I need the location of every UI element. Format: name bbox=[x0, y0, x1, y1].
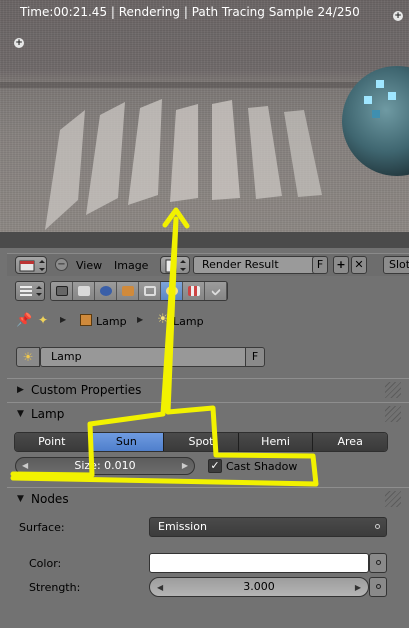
panel-lamp[interactable]: ▼ Lamp bbox=[7, 402, 409, 424]
unlink-icon[interactable]: ✕ bbox=[351, 256, 367, 274]
menu-image[interactable]: Image bbox=[114, 259, 148, 272]
sphere-reflection bbox=[364, 96, 372, 104]
lamp-type-hemi[interactable]: Hemi bbox=[238, 433, 314, 451]
increment-arrow-icon[interactable]: ▶ bbox=[182, 458, 188, 474]
panel-grip-icon[interactable] bbox=[385, 382, 401, 398]
lamp-type-point[interactable]: Point bbox=[15, 433, 90, 451]
surface-shader-value: Emission bbox=[158, 520, 207, 533]
collapse-menu-icon[interactable]: − bbox=[55, 258, 68, 271]
image-name-field[interactable]: Render Result bbox=[193, 256, 317, 274]
browse-image-button[interactable] bbox=[160, 256, 190, 274]
render-status-text: Time:00:21.45 | Rendering | Path Tracing… bbox=[20, 5, 360, 19]
breadcrumb-arrow-icon: ▶ bbox=[60, 315, 67, 324]
tab-world[interactable] bbox=[95, 282, 117, 300]
properties-editor: 📌 ✦ ▶ Lamp ▶ ☀ Lamp ☀ Lamp F ▶ Custom Pr… bbox=[7, 277, 409, 628]
panel-custom-properties[interactable]: ▶ Custom Properties bbox=[7, 378, 409, 400]
lamp-icon: ☀ bbox=[157, 312, 169, 327]
tab-texture[interactable] bbox=[183, 282, 205, 300]
image-browse-icon bbox=[165, 259, 186, 273]
collapse-arrow-icon: ▼ bbox=[17, 409, 24, 419]
area-splitter[interactable] bbox=[0, 232, 409, 248]
properties-context-tabs bbox=[50, 281, 228, 301]
object-cube-icon bbox=[80, 314, 92, 326]
properties-editor-type-button[interactable] bbox=[15, 281, 45, 301]
expand-arrow-icon: ▶ bbox=[17, 385, 24, 395]
breadcrumb-object: Lamp bbox=[96, 315, 127, 328]
sphere-reflection bbox=[372, 110, 380, 118]
decrement-arrow-icon[interactable]: ◀ bbox=[22, 458, 28, 474]
socket-dot-icon bbox=[375, 524, 380, 529]
tab-lamp-data[interactable] bbox=[161, 282, 183, 300]
texture-checker-icon bbox=[187, 286, 200, 296]
checkmark-icon bbox=[210, 286, 221, 296]
panel-title: Nodes bbox=[31, 492, 69, 506]
slot-selector[interactable]: Slot 1 bbox=[383, 256, 409, 274]
tab-object[interactable] bbox=[117, 282, 139, 300]
image-editor-header: − View Image Render Result F + ✕ Slot 1 bbox=[7, 253, 409, 276]
region-expand-icon[interactable]: + bbox=[393, 11, 403, 21]
lamp-type-spot[interactable]: Spot bbox=[164, 433, 239, 451]
context-tabs-bar bbox=[7, 277, 409, 305]
lamp-type-area[interactable]: Area bbox=[313, 433, 387, 451]
size-value: Size: 0.010 bbox=[74, 459, 136, 472]
world-icon bbox=[99, 286, 112, 296]
properties-icon bbox=[20, 286, 42, 296]
cast-shadow-checkbox[interactable]: ✓ bbox=[208, 459, 222, 473]
surface-label: Surface: bbox=[19, 521, 65, 534]
region-expand-icon[interactable]: + bbox=[14, 38, 24, 48]
color-label: Color: bbox=[29, 557, 62, 570]
size-number-field[interactable]: ◀ Size: 0.010 ▶ bbox=[15, 457, 195, 475]
surface-shader-dropdown[interactable]: Emission bbox=[149, 517, 387, 537]
new-image-icon[interactable]: + bbox=[333, 256, 349, 274]
lamp-browse-icon[interactable]: ☀ bbox=[16, 347, 40, 367]
chain-link-icon bbox=[143, 286, 156, 296]
lamp-type-sun[interactable]: Sun bbox=[89, 433, 165, 451]
pin-icon[interactable]: 📌 bbox=[16, 313, 32, 328]
strength-label: Strength: bbox=[29, 581, 81, 594]
camera-icon bbox=[55, 286, 68, 296]
sphere-reflection bbox=[376, 80, 384, 88]
fake-user-button[interactable]: F bbox=[312, 256, 328, 274]
strength-value: 3.000 bbox=[243, 580, 275, 593]
sphere-reflection bbox=[388, 92, 396, 100]
strength-number-field[interactable]: ◀ 3.000 ▶ bbox=[149, 577, 369, 597]
collapse-arrow-icon: ▼ bbox=[17, 494, 24, 504]
tab-constraints[interactable] bbox=[139, 282, 161, 300]
increment-arrow-icon[interactable]: ▶ bbox=[355, 579, 361, 597]
scene-icon bbox=[77, 286, 90, 296]
breadcrumb-arrow-icon: ▶ bbox=[137, 315, 144, 324]
fake-user-button[interactable]: F bbox=[245, 347, 265, 367]
panel-title: Lamp bbox=[31, 407, 65, 421]
panel-grip-icon[interactable] bbox=[385, 406, 401, 422]
breadcrumb-data: Lamp bbox=[173, 315, 204, 328]
tab-render[interactable] bbox=[51, 282, 73, 300]
socket-dot-icon bbox=[376, 560, 381, 565]
tab-particles[interactable] bbox=[205, 282, 227, 300]
render-viewport[interactable]: Time:00:21.45 | Rendering | Path Tracing… bbox=[0, 0, 409, 248]
color-link-button[interactable] bbox=[369, 553, 387, 573]
panel-title: Custom Properties bbox=[31, 383, 142, 397]
decrement-arrow-icon[interactable]: ◀ bbox=[157, 579, 163, 597]
panel-nodes[interactable]: ▼ Nodes bbox=[7, 487, 409, 509]
lamp-type-selector: Point Sun Spot Hemi Area bbox=[14, 432, 388, 452]
cast-shadow-label[interactable]: Cast Shadow bbox=[226, 460, 297, 473]
panel-grip-icon[interactable] bbox=[385, 491, 401, 507]
socket-dot-icon bbox=[376, 584, 381, 589]
breadcrumb: 📌 ✦ ▶ Lamp ▶ ☀ Lamp bbox=[7, 310, 409, 332]
editor-type-button[interactable] bbox=[15, 256, 47, 274]
image-editor-icon bbox=[19, 260, 45, 272]
lamp-icon bbox=[165, 286, 178, 296]
menu-view[interactable]: View bbox=[76, 259, 102, 272]
object-cube-icon bbox=[121, 286, 134, 296]
strength-link-button[interactable] bbox=[369, 577, 387, 597]
color-swatch[interactable] bbox=[149, 553, 369, 573]
scene-objects-icon: ✦ bbox=[38, 313, 49, 327]
tab-scene[interactable] bbox=[73, 282, 95, 300]
lamp-name-field[interactable]: Lamp bbox=[40, 347, 246, 367]
lamp-datablock-row: ☀ Lamp F bbox=[16, 347, 265, 367]
